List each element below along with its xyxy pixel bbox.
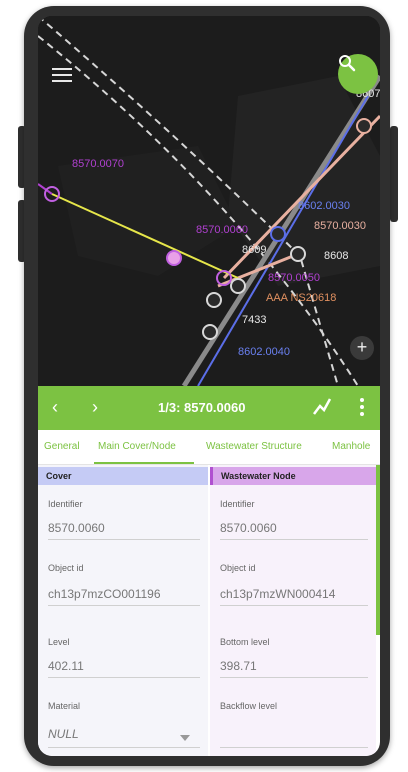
- cover-identifier-field[interactable]: 8570.0060: [48, 521, 105, 535]
- app-screen: 8570.0070 8570.0060 8602.0030 8570.0030 …: [38, 16, 380, 756]
- search-icon: [339, 55, 356, 72]
- digitize-button[interactable]: [312, 396, 332, 421]
- map-label-8570-0030: 8570.0030: [314, 220, 366, 232]
- node-identifier-label: Identifier: [220, 499, 255, 509]
- more-options-icon[interactable]: [360, 398, 364, 419]
- cover-objectid-underline: [48, 605, 200, 606]
- node-objectid-underline: [220, 605, 368, 606]
- cover-identifier-underline: [48, 539, 200, 540]
- previous-feature-button[interactable]: ‹: [52, 397, 58, 418]
- cover-objectid-field[interactable]: ch13p7mzCO001196: [48, 587, 161, 601]
- node-identifier-underline: [220, 539, 368, 540]
- cover-group: Cover Identifier 8570.0060 Object id ch1…: [38, 465, 208, 756]
- tab-main-cover-node[interactable]: Main Cover/Node: [98, 441, 176, 452]
- map-label-8570-0060: 8570.0060: [196, 224, 248, 236]
- map-canvas[interactable]: 8570.0070 8570.0060 8602.0030 8570.0030 …: [38, 16, 380, 386]
- node-bottom-level-label: Bottom level: [220, 637, 270, 647]
- attribute-form: Cover Identifier 8570.0060 Object id ch1…: [38, 465, 380, 756]
- next-feature-button[interactable]: ›: [92, 397, 98, 418]
- map-label-8609: 8609: [242, 244, 267, 256]
- form-tabs: General Main Cover/Node Wastewater Struc…: [38, 430, 380, 465]
- tab-general[interactable]: General: [44, 441, 80, 452]
- cover-identifier-label: Identifier: [48, 499, 83, 509]
- side-button: [390, 126, 398, 222]
- node-backflow-level-label: Backflow level: [220, 701, 278, 711]
- node-identifier-field[interactable]: 8570.0060: [220, 521, 277, 535]
- node-objectid-field[interactable]: ch13p7mzWN000414: [220, 587, 335, 601]
- active-tab-indicator: [94, 462, 194, 464]
- map-label-8602-0030: 8602.0030: [298, 200, 350, 212]
- menu-icon[interactable]: [52, 68, 72, 84]
- node-lower: [202, 324, 218, 340]
- map-label-8602-0040: 8602.0040: [238, 346, 290, 358]
- node-pink: [166, 250, 182, 266]
- line-graph-icon: [313, 398, 332, 415]
- cover-level-label: Level: [48, 637, 70, 647]
- map-label-7433: 7433: [242, 314, 267, 326]
- cover-level-field[interactable]: 402.11: [48, 659, 84, 673]
- wastewater-node-group-header: Wastewater Node: [210, 467, 376, 485]
- feature-toolbar: ‹ › 1/3: 8570.0060: [38, 386, 380, 430]
- tab-wastewater-structure[interactable]: Wastewater Structure: [206, 441, 302, 452]
- form-scrollbar[interactable]: [376, 465, 380, 635]
- node-8607: [356, 118, 372, 134]
- tab-manhole[interactable]: Manhole: [332, 441, 370, 452]
- cover-material-underline: [48, 747, 200, 748]
- map-label-8570-0070: 8570.0070: [72, 158, 124, 170]
- cover-material-select[interactable]: NULL: [48, 727, 79, 741]
- cover-material-label: Material: [48, 701, 81, 711]
- node-8609: [270, 226, 286, 242]
- zoom-in-button[interactable]: +: [350, 336, 374, 360]
- node-bottom-level-field[interactable]: 398.71: [220, 659, 257, 673]
- wastewater-node-group: Wastewater Node Identifier 8570.0060 Obj…: [210, 465, 376, 756]
- node-objectid-label: Object id: [220, 563, 256, 573]
- cover-level-underline: [48, 677, 200, 678]
- node-bottom-level-underline: [220, 677, 368, 678]
- map-label-8570-0050: 8570.0050: [268, 272, 320, 284]
- cover-objectid-label: Object id: [48, 563, 84, 573]
- node-8570-0050: [230, 278, 246, 294]
- cover-group-header: Cover: [38, 467, 208, 485]
- chevron-down-icon[interactable]: [180, 735, 190, 741]
- map-label-aaa-ns20618: AAA NS20618: [266, 292, 337, 304]
- node-8608: [290, 246, 306, 262]
- feature-title: 1/3: 8570.0060: [158, 400, 246, 415]
- search-button[interactable]: [338, 54, 378, 94]
- node-backflow-level-underline: [220, 747, 368, 748]
- map-label-8608: 8608: [324, 250, 349, 262]
- node-7433: [206, 292, 222, 308]
